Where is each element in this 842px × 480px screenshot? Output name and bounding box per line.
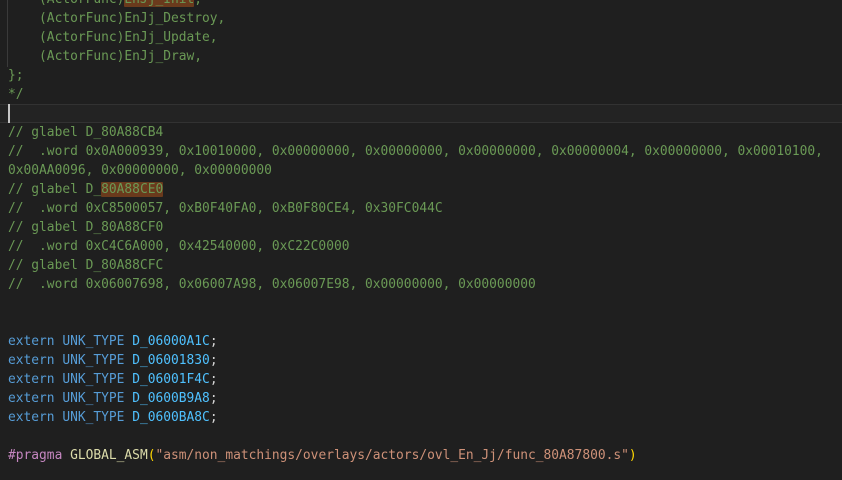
code-token: extern [8, 391, 55, 406]
code-token: */ [8, 87, 24, 102]
code-token: (ActorFunc)EnJj_Draw, [8, 49, 202, 64]
code-line[interactable]: extern UNK_TYPE D_06001830; [0, 351, 842, 370]
code-token: }; [8, 68, 24, 83]
code-token: D_06001830 [132, 353, 210, 368]
code-token: 0x00AA0096, 0x00000000, 0x00000000 [8, 163, 272, 178]
code-line[interactable]: // glabel D_80A88CF0 [0, 218, 842, 237]
code-token: // glabel D_ [8, 182, 101, 197]
code-line[interactable]: (ActorFunc)EnJj_Update, [0, 28, 842, 47]
code-token: D_06001F4C [132, 372, 210, 387]
code-token: extern [8, 410, 55, 425]
code-line[interactable]: (ActorFunc)EnJj_Draw, [0, 47, 842, 66]
code-line[interactable] [0, 294, 842, 313]
code-line[interactable]: // .word 0xC4C6A000, 0x42540000, 0xC22C0… [0, 237, 842, 256]
code-token: UNK_TYPE [62, 334, 124, 349]
code-area[interactable]: (ActorFunc)EnJj_Init, (ActorFunc)EnJj_De… [0, 0, 842, 480]
code-token: extern [8, 372, 55, 387]
code-token: ) [629, 448, 637, 463]
code-line[interactable]: // glabel D_80A88CFC [0, 256, 842, 275]
code-line[interactable]: // glabel D_80A88CB4 [0, 123, 842, 142]
code-editor[interactable]: (ActorFunc)EnJj_Init, (ActorFunc)EnJj_De… [0, 0, 842, 480]
code-line[interactable]: #pragma GLOBAL_ASM("asm/non_matchings/ov… [0, 446, 842, 465]
match-highlight: 80A88CE0 [101, 182, 163, 197]
code-line[interactable] [0, 313, 842, 332]
code-token: GLOBAL_ASM [70, 448, 148, 463]
code-token: ; [210, 410, 218, 425]
code-token: (ActorFunc)EnJj_Destroy, [8, 11, 225, 26]
code-token: UNK_TYPE [62, 372, 124, 387]
code-token: // glabel D_80A88CFC [8, 258, 163, 273]
code-line[interactable]: */ [0, 85, 842, 104]
code-token: ; [210, 372, 218, 387]
code-line[interactable]: extern UNK_TYPE D_06001F4C; [0, 370, 842, 389]
code-line[interactable]: }; [0, 66, 842, 85]
code-line-current[interactable] [0, 104, 842, 123]
code-token: extern [8, 334, 55, 349]
text-cursor [8, 104, 10, 123]
code-token: ; [210, 334, 218, 349]
code-token: ; [210, 353, 218, 368]
code-token: // glabel D_80A88CB4 [8, 125, 163, 140]
code-line[interactable] [0, 427, 842, 446]
code-token: // .word 0x06007698, 0x06007A98, 0x06007… [8, 277, 536, 292]
code-token: D_0600BA8C [132, 410, 210, 425]
code-token: D_0600B9A8 [132, 391, 210, 406]
code-line[interactable]: (ActorFunc)EnJj_Init, [0, 0, 842, 9]
match-highlight: EnJj_Init [124, 0, 194, 7]
code-token: D_06000A1C [132, 334, 210, 349]
code-line[interactable]: // .word 0x06007698, 0x06007A98, 0x06007… [0, 275, 842, 294]
code-token: extern [8, 353, 55, 368]
code-line[interactable]: extern UNK_TYPE D_0600BA8C; [0, 408, 842, 427]
code-token: "asm/non_matchings/overlays/actors/ovl_E… [155, 448, 628, 463]
code-line[interactable]: // .word 0xC8500057, 0xB0F40FA0, 0xB0F80… [0, 199, 842, 218]
code-token: (ActorFunc) [8, 0, 124, 7]
code-token: UNK_TYPE [62, 410, 124, 425]
code-line[interactable]: extern UNK_TYPE D_06000A1C; [0, 332, 842, 351]
code-line[interactable]: // glabel D_80A88CE0 [0, 180, 842, 199]
code-token: UNK_TYPE [62, 353, 124, 368]
code-token: (ActorFunc)EnJj_Update, [8, 30, 218, 45]
code-line[interactable]: extern UNK_TYPE D_0600B9A8; [0, 389, 842, 408]
code-token: UNK_TYPE [62, 391, 124, 406]
code-line[interactable]: 0x00AA0096, 0x00000000, 0x00000000 [0, 161, 842, 180]
code-line[interactable] [0, 465, 842, 480]
code-token [62, 448, 70, 463]
code-token: // .word 0xC8500057, 0xB0F40FA0, 0xB0F80… [8, 201, 443, 216]
code-token: // glabel D_80A88CF0 [8, 220, 163, 235]
code-token: , [194, 0, 202, 7]
code-line[interactable]: // .word 0x0A000939, 0x10010000, 0x00000… [0, 142, 842, 161]
code-token: // .word 0xC4C6A000, 0x42540000, 0xC22C0… [8, 239, 349, 254]
code-token: ; [210, 391, 218, 406]
code-token: #pragma [8, 448, 62, 463]
code-line[interactable]: (ActorFunc)EnJj_Destroy, [0, 9, 842, 28]
code-token: // .word 0x0A000939, 0x10010000, 0x00000… [8, 144, 823, 159]
